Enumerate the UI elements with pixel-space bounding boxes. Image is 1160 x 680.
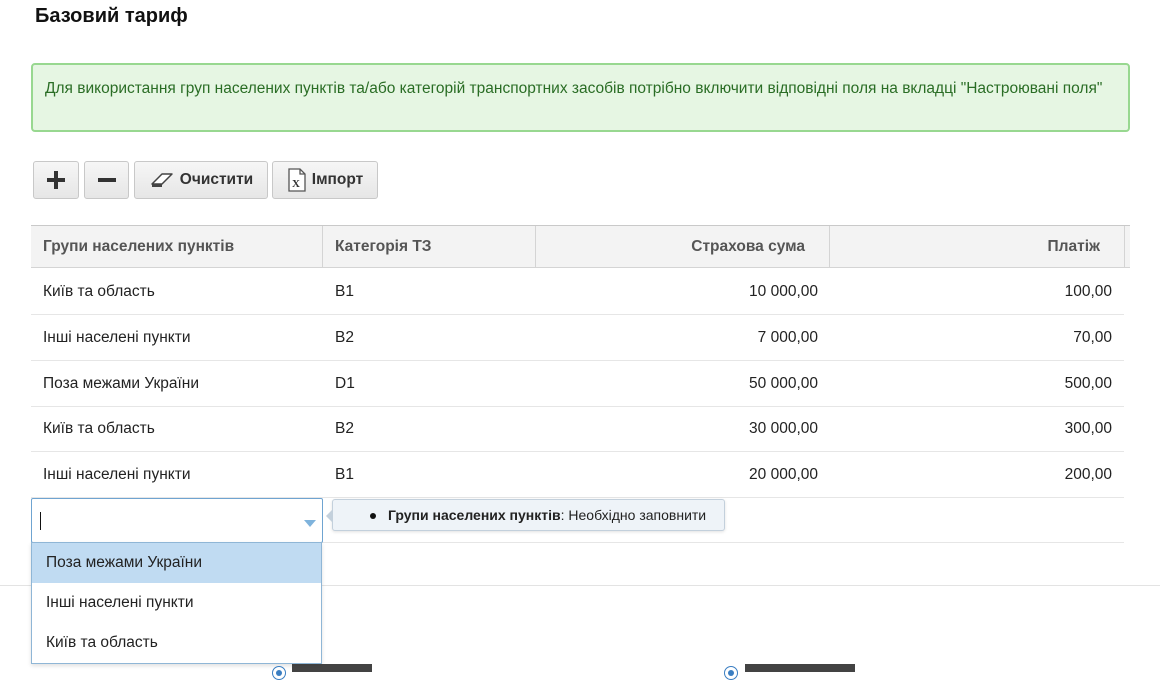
grid-header: Групи населених пунктів Категорія ТЗ Стр… (31, 225, 1130, 268)
plus-icon (46, 170, 66, 190)
cell-sum: 7 000,00 (757, 329, 818, 346)
eraser-icon (149, 171, 175, 189)
remove-row-button[interactable] (84, 161, 129, 199)
cell-category: B2 (335, 420, 354, 437)
table-row[interactable]: Інші населені пункти B2 7 000,00 70,00 (31, 315, 1124, 361)
radio-button[interactable] (272, 666, 286, 680)
validation-message: : Необхідно заповнити (560, 507, 707, 523)
text-caret (40, 512, 41, 530)
cell-category: B1 (335, 466, 354, 483)
cell-sum: 20 000,00 (749, 466, 818, 483)
chevron-down-icon[interactable] (304, 516, 316, 527)
cell-group: Поза межами України (43, 375, 200, 392)
cell-payment: 100,00 (1064, 283, 1112, 300)
cell-payment: 200,00 (1064, 466, 1112, 483)
cell-category: B2 (335, 329, 354, 346)
cell-sum: 50 000,00 (749, 375, 818, 392)
dropdown-option[interactable]: Київ та область (32, 623, 321, 663)
table-row[interactable]: Інші населені пункти B1 20 000,00 200,00 (31, 452, 1124, 498)
cell-payment: 70,00 (1073, 329, 1112, 346)
minus-icon (97, 170, 117, 190)
page-title: Базовий тариф (35, 5, 188, 27)
new-row-editor: Групи населених пунктів: Необхідно запов… (31, 497, 1124, 543)
add-row-button[interactable] (33, 161, 79, 199)
dropdown-option[interactable]: Поза межами України (32, 543, 321, 583)
import-button[interactable]: X Імпорт (272, 161, 378, 199)
clear-button[interactable]: Очистити (134, 161, 268, 199)
dropdown-option[interactable]: Інші населені пункти (32, 583, 321, 623)
cell-group: Інші населені пункти (43, 466, 191, 483)
cell-group: Інші населені пункти (43, 329, 191, 346)
bullet-icon (370, 513, 376, 519)
radio-button[interactable] (724, 666, 738, 680)
validation-tooltip: Групи населених пунктів: Необхідно запов… (326, 499, 725, 531)
cell-sum: 30 000,00 (749, 420, 818, 437)
column-header-sum[interactable]: Страхова сума (536, 226, 830, 268)
import-button-label: Імпорт (311, 171, 364, 188)
svg-text:X: X (292, 178, 300, 190)
cell-payment: 500,00 (1064, 375, 1112, 392)
cut-off-label (745, 664, 855, 672)
cell-group: Київ та область (43, 283, 155, 300)
cell-sum: 10 000,00 (749, 283, 818, 300)
cell-group: Київ та область (43, 420, 155, 437)
clear-button-label: Очистити (179, 171, 254, 188)
group-combobox[interactable] (31, 498, 323, 543)
table-row[interactable]: Київ та область B2 30 000,00 300,00 (31, 406, 1124, 452)
info-alert: Для використання груп населених пунктів … (31, 63, 1130, 132)
column-header-payment[interactable]: Платіж (830, 226, 1125, 268)
cell-category: B1 (335, 283, 354, 300)
cell-payment: 300,00 (1064, 420, 1112, 437)
column-header-category[interactable]: Категорія ТЗ (323, 226, 536, 268)
cell-category: D1 (335, 375, 355, 392)
excel-file-icon: X (287, 168, 307, 192)
table-row[interactable]: Поза межами України D1 50 000,00 500,00 (31, 361, 1124, 407)
column-header-groups[interactable]: Групи населених пунктів (31, 226, 323, 268)
table-row[interactable]: Київ та область B1 10 000,00 100,00 (31, 269, 1124, 315)
cut-off-label (292, 664, 372, 672)
validation-field: Групи населених пунктів (388, 507, 561, 523)
group-dropdown-list: Поза межами України Інші населені пункти… (31, 542, 322, 664)
